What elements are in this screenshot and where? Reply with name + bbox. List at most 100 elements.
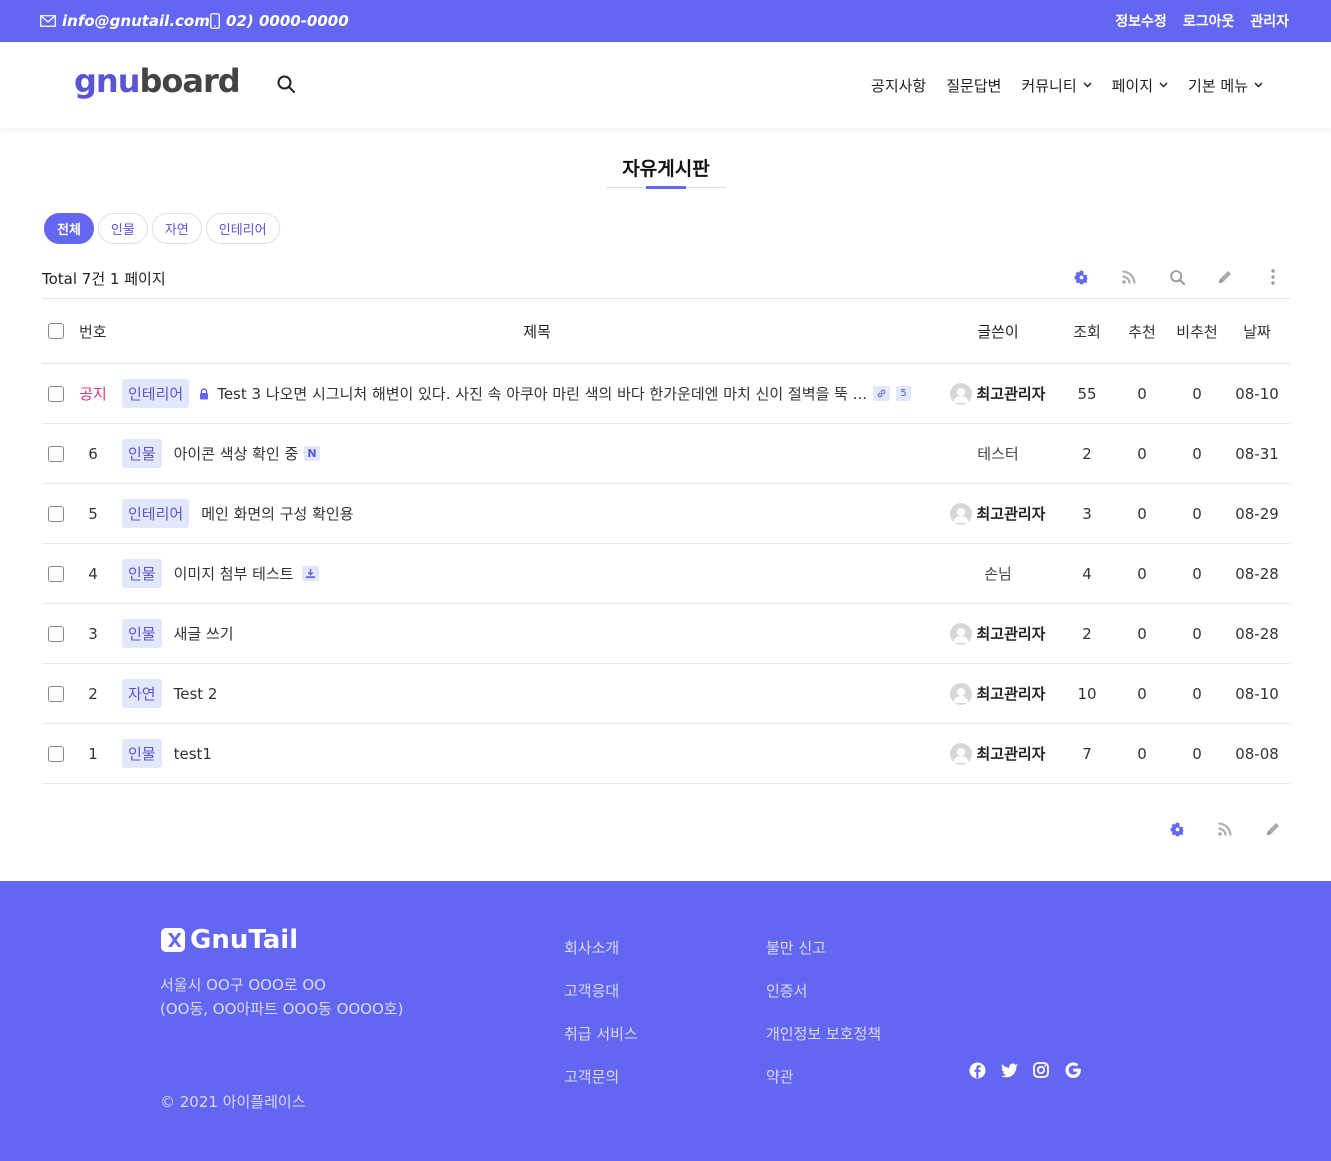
search-icon[interactable]: [1166, 266, 1188, 288]
nav-item-community[interactable]: 커뮤니티: [1021, 75, 1092, 96]
category-tag[interactable]: 자연: [122, 679, 162, 708]
writer-name[interactable]: 손님: [984, 563, 1012, 584]
subject-cell: 인테리어 Test 3 나오면 시그니처 해변이 있다. 사진 속 아쿠아 마린…: [122, 364, 952, 423]
post-subject-link[interactable]: 아이콘 색상 확인 중: [174, 443, 299, 464]
category-tag[interactable]: 인물: [122, 619, 162, 648]
table-row: 6 인물 아이콘 색상 확인 중 N 테스터 2 0 0 08-31: [42, 424, 1290, 484]
post-subject-link[interactable]: Test 2: [174, 685, 218, 703]
phone-contact[interactable]: 02) 0000-0000: [210, 0, 349, 42]
rss-icon[interactable]: [1118, 266, 1140, 288]
row-checkbox[interactable]: [48, 385, 64, 402]
board-table: 번호 제목 글쓴이 조회 추천 비추천 날짜 공지 인테리어 Test 3 나오…: [42, 298, 1290, 784]
footer-logo[interactable]: GnuTail: [160, 925, 298, 955]
pencil-icon[interactable]: [1262, 818, 1284, 840]
post-subject-link[interactable]: 이미지 첨부 테스트: [174, 563, 294, 584]
col-good[interactable]: 추천: [1122, 299, 1162, 363]
select-all-cell: [48, 299, 64, 363]
date-cell: 08-28: [1235, 564, 1279, 583]
post-subject-link[interactable]: 메인 화면의 구성 확인용: [201, 503, 353, 524]
rss-icon[interactable]: [1214, 818, 1236, 840]
hit-cell: 55: [1077, 384, 1097, 403]
search-icon[interactable]: [276, 74, 298, 96]
site-logo[interactable]: gnuboard: [74, 62, 241, 100]
writer-name[interactable]: 테스터: [977, 443, 1018, 464]
footer-link-certificate[interactable]: 인증서: [766, 980, 881, 1001]
more-vertical-icon[interactable]: [1262, 266, 1284, 288]
category-tab-interior[interactable]: 인테리어: [205, 213, 280, 244]
avatar: [950, 502, 973, 525]
category-tab-nature[interactable]: 자연: [151, 213, 202, 244]
bottom-toolbar: [1166, 818, 1284, 840]
google-icon[interactable]: [1064, 1061, 1082, 1079]
footer-link-terms[interactable]: 약관: [766, 1066, 881, 1087]
row-checkbox[interactable]: [48, 445, 64, 462]
category-tag[interactable]: 인물: [122, 439, 162, 468]
logo-part-gnu: gnu: [74, 62, 140, 100]
email-contact[interactable]: info@gnutail.com: [40, 0, 210, 42]
col-writer: 글쓴이: [977, 322, 1019, 341]
select-all-checkbox[interactable]: [48, 323, 64, 339]
instagram-icon[interactable]: [1032, 1061, 1050, 1079]
nav-label: 질문답변: [946, 76, 1002, 95]
footer-link-customer-service[interactable]: 고객응대: [564, 980, 638, 1001]
chevron-down-icon: [1083, 82, 1092, 88]
subject-cell: 인테리어 메인 화면의 구성 확인용: [122, 484, 952, 543]
post-number: 3: [88, 624, 98, 643]
footer-link-privacy[interactable]: 개인정보 보호정책: [766, 1023, 881, 1044]
category-tag[interactable]: 인테리어: [122, 499, 190, 528]
footer-link-complaint[interactable]: 불만 신고: [766, 937, 881, 958]
nav-item-qa[interactable]: 질문답변: [946, 75, 1001, 96]
category-tag[interactable]: 인물: [122, 739, 162, 768]
notice-label: 공지: [79, 385, 107, 403]
nav-item-page[interactable]: 페이지: [1112, 75, 1168, 96]
nogood-cell: 0: [1192, 384, 1202, 403]
category-tag[interactable]: 인물: [122, 559, 162, 588]
good-cell: 0: [1137, 504, 1147, 523]
footer-links-col-2: 불만 신고 인증서 개인정보 보호정책 약관: [766, 937, 881, 1087]
table-row: 3 인물 새글 쓰기 최고관리자 2 0 0 08-28: [42, 604, 1290, 664]
writer-name[interactable]: 최고관리자: [976, 383, 1045, 404]
settings-gear-icon[interactable]: [1070, 266, 1092, 288]
col-date[interactable]: 날짜: [1227, 299, 1287, 363]
edit-profile-link[interactable]: 정보수정: [1115, 11, 1167, 31]
writer-name[interactable]: 최고관리자: [976, 503, 1045, 524]
hit-cell: 2: [1082, 444, 1092, 463]
row-checkbox[interactable]: [48, 685, 64, 702]
writer-cell: 손님: [942, 544, 1054, 603]
subject-cell: 인물 아이콘 색상 확인 중 N: [122, 424, 952, 483]
post-subject-link[interactable]: test1: [174, 745, 212, 763]
twitter-icon[interactable]: [1000, 1061, 1018, 1079]
admin-link[interactable]: 관리자: [1250, 11, 1289, 31]
facebook-icon[interactable]: [968, 1061, 986, 1079]
settings-gear-icon[interactable]: [1166, 818, 1188, 840]
row-checkbox[interactable]: [48, 565, 64, 582]
post-subject-link[interactable]: 새글 쓰기: [174, 623, 234, 644]
row-checkbox[interactable]: [48, 745, 64, 762]
address-line-1: 서울시 OO구 OOO로 OO: [160, 976, 326, 994]
category-tab-all[interactable]: 전체: [44, 213, 94, 244]
footer-link-services[interactable]: 취급 서비스: [564, 1023, 638, 1044]
avatar: [950, 382, 973, 405]
category-tabs: 전체 인물 자연 인테리어: [44, 213, 280, 244]
comment-count-badge: 5: [896, 386, 912, 401]
category-tag[interactable]: 인테리어: [122, 379, 190, 408]
board-toolbar: [1070, 266, 1284, 288]
nav-label: 공지사항: [871, 76, 927, 95]
col-nogood[interactable]: 비추천: [1172, 299, 1222, 363]
category-tab-person[interactable]: 인물: [97, 213, 148, 244]
writer-cell: 최고관리자: [942, 364, 1054, 423]
nav-item-notice[interactable]: 공지사항: [871, 75, 926, 96]
nav-item-basic-menu[interactable]: 기본 메뉴: [1188, 75, 1263, 96]
writer-name[interactable]: 최고관리자: [976, 683, 1045, 704]
footer-link-company[interactable]: 회사소개: [564, 937, 638, 958]
footer-link-contact[interactable]: 고객문의: [564, 1066, 638, 1087]
post-subject-link[interactable]: Test 3 나오면 시그니처 해변이 있다. 사진 속 아쿠아 마린 색의 바…: [217, 383, 867, 404]
row-checkbox[interactable]: [48, 505, 64, 522]
col-subject: 제목: [523, 322, 551, 341]
logout-link[interactable]: 로그아웃: [1183, 11, 1235, 31]
writer-name[interactable]: 최고관리자: [976, 623, 1045, 644]
writer-name[interactable]: 최고관리자: [976, 743, 1045, 764]
col-hit[interactable]: 조회: [1067, 299, 1107, 363]
pencil-icon[interactable]: [1214, 266, 1236, 288]
row-checkbox[interactable]: [48, 625, 64, 642]
